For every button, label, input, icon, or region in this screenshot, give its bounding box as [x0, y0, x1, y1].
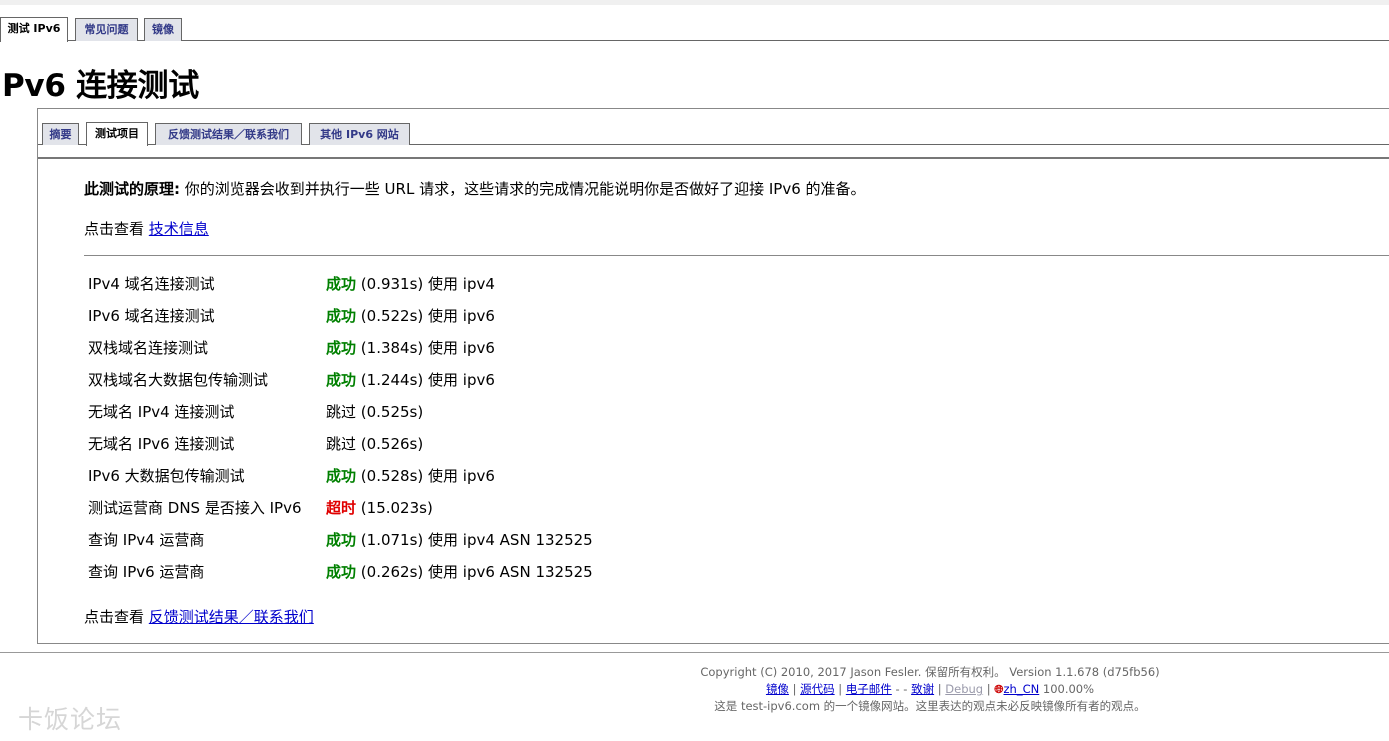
- language-flag-icon[interactable]: 🌐︎: [994, 682, 1003, 696]
- feedback-prefix: 点击查看: [84, 608, 145, 626]
- section-divider: [84, 255, 1389, 256]
- result-value: 成功 (1.071s) 使用 ipv4 ASN 132525: [326, 524, 593, 556]
- result-label: IPv6 域名连接测试: [88, 307, 215, 325]
- tab-mirrors[interactable]: 镜像: [144, 18, 182, 41]
- status-success: 成功: [326, 307, 357, 325]
- result-label: IPv6 大数据包传输测试: [88, 467, 245, 485]
- tech-info-line: 点击查看 技术信息: [84, 219, 209, 239]
- result-value: 成功 (1.384s) 使用 ipv6: [326, 332, 495, 364]
- page-title: Pv6 连接测试: [2, 68, 199, 104]
- result-detail: (0.931s) 使用 ipv4: [360, 275, 495, 293]
- footer-mirror-link[interactable]: 镜像: [766, 682, 789, 696]
- result-value: 成功 (0.528s) 使用 ipv6: [326, 460, 495, 492]
- feedback-line: 点击查看 反馈测试结果／联系我们: [84, 607, 314, 627]
- result-detail: (0.528s) 使用 ipv6: [360, 467, 495, 485]
- footer-lang-percent: 100.00%: [1042, 682, 1095, 696]
- footer-divider: [0, 652, 1389, 653]
- result-value: 跳过 (0.526s): [326, 428, 423, 460]
- result-label: 双栈域名大数据包传输测试: [88, 371, 269, 389]
- footer-separator: |: [792, 682, 797, 696]
- tech-info-prefix: 点击查看: [84, 220, 145, 238]
- tab-other-sites[interactable]: 其他 IPv6 网站: [309, 123, 410, 145]
- tech-info-link[interactable]: 技术信息: [149, 220, 209, 238]
- result-label: 无域名 IPv4 连接测试: [88, 403, 235, 421]
- tab-faq[interactable]: 常见问题: [75, 18, 138, 41]
- result-label: 双栈域名连接测试: [88, 339, 209, 357]
- footer: Copyright (C) 2010, 2017 Jason Fesler. 保…: [690, 664, 1170, 715]
- status-success: 成功: [326, 371, 357, 389]
- intro-heading: 此测试的原理:: [84, 180, 180, 198]
- sub-tab-bar: 摘要 测试项目 反馈测试结果／联系我们 其他 IPv6 网站: [38, 122, 1389, 146]
- result-value: 成功 (0.931s) 使用 ipv4: [326, 268, 495, 300]
- result-detail: (1.071s) 使用 ipv4 ASN 132525: [360, 531, 593, 549]
- footer-separator: -: [895, 682, 900, 696]
- footer-separator: |: [986, 682, 991, 696]
- result-detail: (0.262s) 使用 ipv6 ASN 132525: [360, 563, 593, 581]
- top-tab-bar: 测试 IPv6 常见问题 镜像: [0, 17, 1389, 42]
- result-detail: (1.244s) 使用 ipv6: [360, 371, 495, 389]
- footer-thanks-link[interactable]: 致谢: [911, 682, 934, 696]
- status-timeout: 超时: [326, 499, 357, 517]
- status-success: 成功: [326, 467, 357, 485]
- result-value: 跳过 (0.525s): [326, 396, 423, 428]
- result-detail: 跳过 (0.526s): [326, 435, 424, 453]
- result-label: 无域名 IPv6 连接测试: [88, 435, 235, 453]
- watermark: 卡饭论坛: [18, 705, 123, 734]
- result-value: 成功 (0.522s) 使用 ipv6: [326, 300, 495, 332]
- intro-text: 你的浏览器会收到并执行一些 URL 请求，这些请求的完成情况能说明你是否做好了迎…: [184, 180, 866, 198]
- footer-lang-link[interactable]: zh_CN: [1004, 682, 1040, 696]
- test-panel: 摘要 测试项目 反馈测试结果／联系我们 其他 IPv6 网站 此测试的原理: 你…: [37, 108, 1389, 644]
- result-label: 查询 IPv4 运营商: [88, 531, 205, 549]
- status-success: 成功: [326, 531, 357, 549]
- result-detail: 跳过 (0.525s): [326, 403, 424, 421]
- result-value: 超时 (15.023s): [326, 492, 433, 524]
- result-label: 查询 IPv6 运营商: [88, 563, 205, 581]
- footer-links: 镜像 | 源代码 | 电子邮件 - - 致谢 | Debug | 🌐︎zh_CN…: [690, 681, 1170, 698]
- result-detail: (1.384s) 使用 ipv6: [360, 339, 495, 357]
- feedback-link[interactable]: 反馈测试结果／联系我们: [149, 608, 314, 626]
- tab-tests-run[interactable]: 测试项目: [86, 122, 148, 146]
- status-success: 成功: [326, 563, 357, 581]
- intro-paragraph: 此测试的原理: 你的浏览器会收到并执行一些 URL 请求，这些请求的完成情况能说…: [84, 179, 866, 199]
- status-success: 成功: [326, 275, 357, 293]
- result-detail: (0.522s) 使用 ipv6: [360, 307, 495, 325]
- result-value: 成功 (0.262s) 使用 ipv6 ASN 132525: [326, 556, 593, 588]
- result-value: 成功 (1.244s) 使用 ipv6: [326, 364, 495, 396]
- result-label: 测试运营商 DNS 是否接入 IPv6: [88, 499, 302, 517]
- tab-summary[interactable]: 摘要: [42, 123, 79, 145]
- top-strip: [0, 0, 1389, 5]
- tab-share-results[interactable]: 反馈测试结果／联系我们: [155, 123, 302, 145]
- tab-divider: [38, 157, 1389, 159]
- footer-debug-link[interactable]: Debug: [945, 682, 983, 696]
- status-success: 成功: [326, 339, 357, 357]
- footer-separator: |: [838, 682, 843, 696]
- footer-separator: |: [937, 682, 942, 696]
- footer-source-link[interactable]: 源代码: [800, 682, 835, 696]
- result-label: IPv4 域名连接测试: [88, 275, 215, 293]
- footer-separator: -: [903, 682, 908, 696]
- tab-test-ipv6[interactable]: 测试 IPv6: [0, 17, 68, 42]
- footer-email-link[interactable]: 电子邮件: [846, 682, 892, 696]
- result-detail: (15.023s): [360, 499, 433, 517]
- footer-copyright: Copyright (C) 2010, 2017 Jason Fesler. 保…: [700, 665, 1160, 679]
- footer-mirror-note: 这是 test-ipv6.com 的一个镜像网站。这里表达的观点未必反映镜像所有…: [714, 699, 1146, 713]
